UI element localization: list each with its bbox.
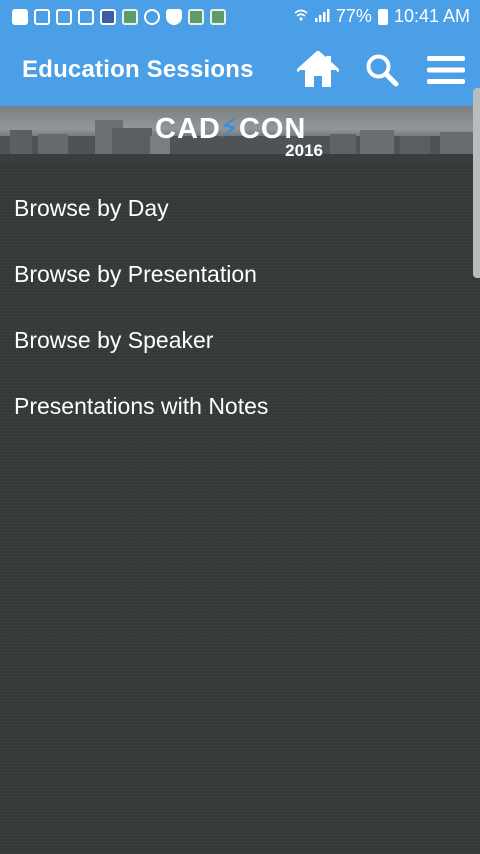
battery-icon	[377, 8, 388, 25]
event-banner: CAD⚡CON 2016	[0, 106, 480, 163]
menu-icon	[427, 55, 465, 84]
status-right: 77% 10:41 AM	[294, 6, 470, 27]
clock: 10:41 AM	[393, 6, 470, 26]
app-icon	[210, 8, 226, 25]
home-icon	[297, 50, 339, 87]
notification-icons	[12, 8, 226, 25]
session-browse-menu: Browse by Day Browse by Presentation Bro…	[0, 175, 470, 439]
status-bar: 77% 10:41 AM	[0, 0, 480, 33]
menu-item-browse-by-day[interactable]: Browse by Day	[0, 175, 470, 241]
logo-year: 2016	[285, 141, 323, 160]
cast-icon	[56, 8, 72, 25]
scrollbar-thumb[interactable]	[473, 88, 480, 278]
cadcon-logo: CAD⚡CON 2016	[155, 114, 325, 160]
menu-item-browse-by-speaker[interactable]: Browse by Speaker	[0, 307, 470, 373]
app-bar: Education Sessions	[0, 33, 480, 106]
menu-item-browse-by-presentation[interactable]: Browse by Presentation	[0, 241, 470, 307]
news-app-icon	[100, 8, 116, 25]
app-icon	[188, 8, 204, 25]
menu-button[interactable]	[424, 48, 468, 92]
app-actions	[296, 33, 468, 106]
home-button[interactable]	[296, 48, 340, 92]
page-title: Education Sessions	[22, 55, 254, 83]
lightning-bolt-icon: ⚡	[218, 112, 241, 145]
search-button[interactable]	[360, 48, 404, 92]
image-icon	[78, 8, 94, 25]
shield-app-icon	[166, 8, 182, 25]
chat-icon	[12, 8, 28, 25]
cast-icon	[34, 8, 50, 25]
logo-wordmark: CAD⚡CON	[155, 112, 307, 145]
search-icon	[366, 54, 399, 86]
app-icon	[144, 8, 160, 25]
app-icon	[122, 8, 138, 25]
wifi-icon	[294, 6, 308, 27]
menu-item-presentations-with-notes[interactable]: Presentations with Notes	[0, 373, 470, 439]
signal-icon	[314, 6, 330, 27]
battery-percent: 77%	[335, 6, 372, 26]
screen: 77% 10:41 AM Education Sessions CAD⚡CON …	[0, 0, 480, 854]
